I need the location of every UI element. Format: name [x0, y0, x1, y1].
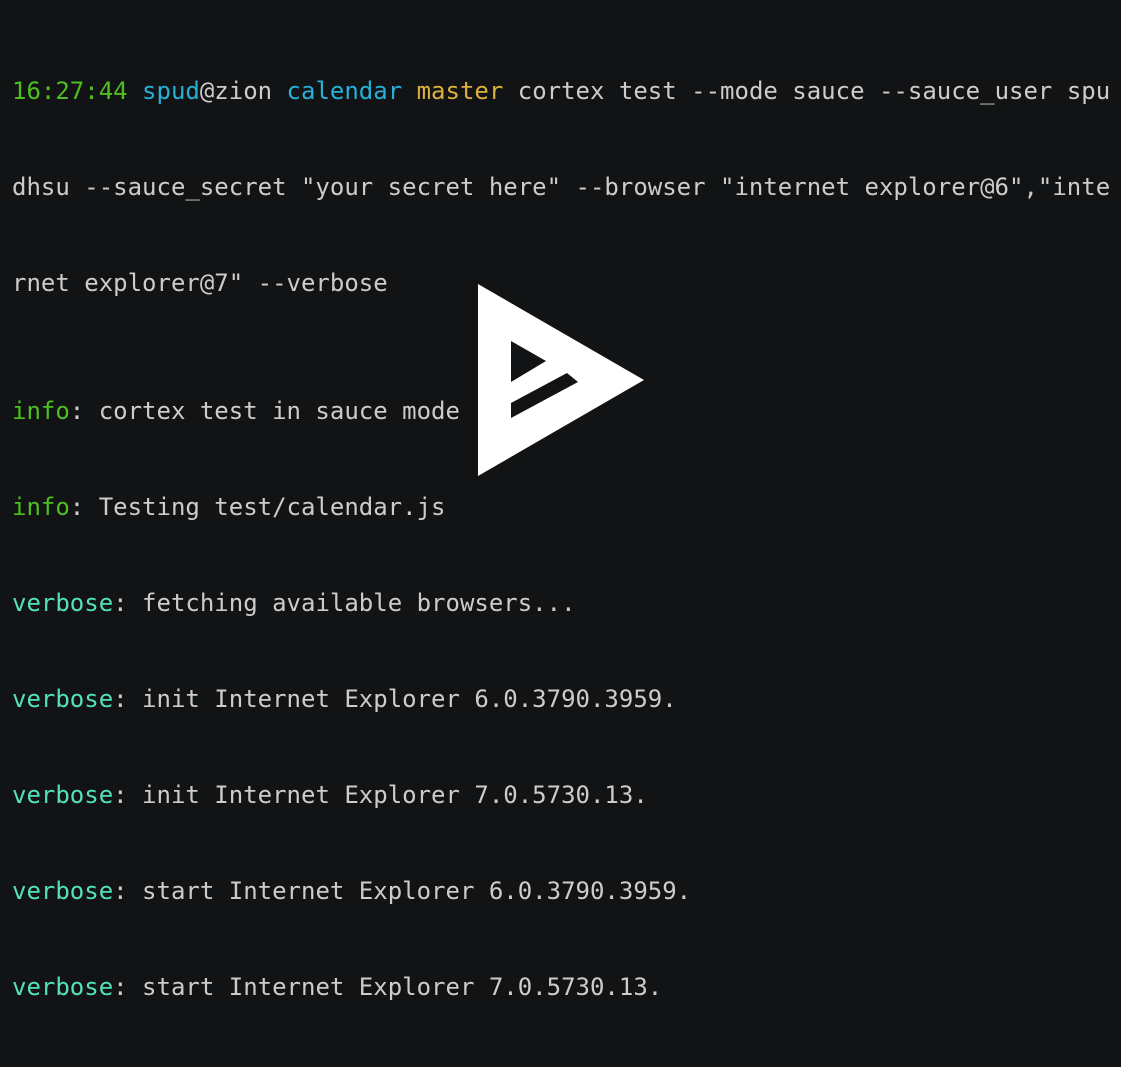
log-line: verbose: start Internet Explorer 7.0.573…: [12, 971, 1116, 1003]
log-level-verbose: verbose: [12, 973, 114, 1001]
play-button[interactable]: [478, 284, 644, 476]
log-message: : cortex test in sauce mode: [69, 397, 460, 425]
terminal-window: 16:27:44 spud@zion calendar master corte…: [0, 0, 1121, 1001]
prompt-host: @zion: [199, 77, 273, 105]
prompt-dir: calendar: [286, 77, 403, 105]
log-message: : fetching available browsers...: [113, 589, 576, 617]
log-line: info: Testing test/calendar.js: [12, 491, 1116, 523]
log-level-verbose: verbose: [12, 685, 114, 713]
terminal-output: 16:27:44 spud@zion calendar master corte…: [12, 11, 1116, 1067]
log-message: : init Internet Explorer 7.0.5730.13.: [113, 781, 648, 809]
log-level-verbose: verbose: [12, 781, 114, 809]
prompt-line: 16:27:44 spud@zion calendar master corte…: [12, 75, 1116, 107]
prompt-user: spud: [142, 77, 200, 105]
log-level-info: info: [12, 397, 70, 425]
log-level-info: info: [12, 493, 70, 521]
log-message: : start Internet Explorer 7.0.5730.13.: [113, 973, 663, 1001]
log-line: verbose: start Internet Explorer 6.0.379…: [12, 875, 1116, 907]
log-level-verbose: verbose: [12, 877, 114, 905]
log-message: : init Internet Explorer 6.0.3790.3959.: [113, 685, 677, 713]
log-line: verbose: init Internet Explorer 7.0.5730…: [12, 779, 1116, 811]
command-text: cortex test --mode sauce --sauce_user sp…: [517, 77, 1111, 105]
log-level-verbose: verbose: [12, 589, 114, 617]
log-line: verbose: fetching available browsers...: [12, 587, 1116, 619]
prompt-time: 16:27:44: [12, 77, 128, 105]
log-message: : start Internet Explorer 6.0.3790.3959.: [113, 877, 692, 905]
log-message: : Testing test/calendar.js: [69, 493, 446, 521]
asciinema-play-icon: [478, 284, 644, 476]
log-line: verbose: init Internet Explorer 6.0.3790…: [12, 683, 1116, 715]
prompt-branch: master: [416, 77, 504, 105]
command-continuation: dhsu --sauce_secret "your secret here" -…: [12, 173, 1111, 201]
